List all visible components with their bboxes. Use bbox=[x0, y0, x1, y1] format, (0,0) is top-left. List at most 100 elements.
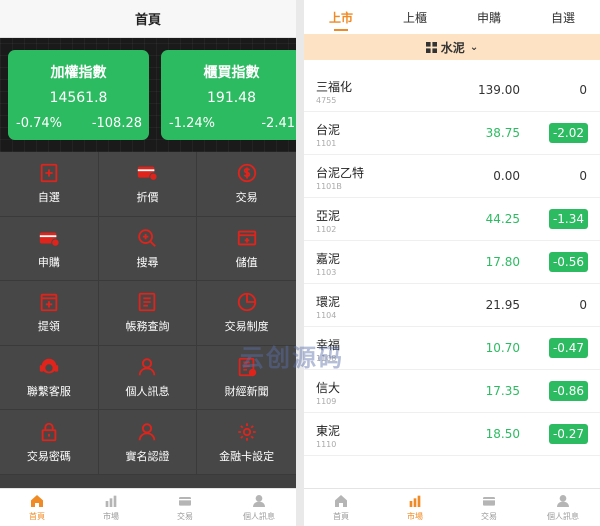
menu-item-deposit[interactable]: 儲值 bbox=[197, 217, 296, 282]
tab-profile[interactable]: 個人訊息 bbox=[222, 489, 296, 526]
menu-label: 提領 bbox=[37, 320, 60, 334]
index-name: 櫃買指數 bbox=[203, 65, 260, 81]
stock-price: 10.70 bbox=[485, 341, 520, 355]
stock-price: 0.00 bbox=[493, 169, 520, 183]
page-title: 首頁 bbox=[134, 13, 161, 28]
stock-row[interactable]: 幸福 1108 10.70 -0.47 bbox=[304, 327, 600, 370]
menu-label: 交易密碼 bbox=[26, 449, 71, 463]
stock-price: 18.50 bbox=[485, 427, 520, 441]
tab-trade[interactable]: 交易 bbox=[452, 489, 526, 526]
headset-icon bbox=[39, 358, 58, 374]
discount-card-icon bbox=[138, 166, 159, 182]
profile-icon bbox=[557, 495, 569, 507]
tab-subscription[interactable]: 申購 bbox=[452, 0, 526, 34]
menu-item-discount[interactable]: 折價 bbox=[98, 152, 198, 217]
dollar-circle-icon bbox=[237, 164, 256, 183]
index-value: 191.48 bbox=[207, 90, 256, 106]
tab-trade[interactable]: 交易 bbox=[148, 489, 222, 526]
stock-code: 4755 bbox=[316, 96, 337, 105]
menu-item-trade[interactable]: 交易 bbox=[197, 152, 296, 217]
market-tabs: 上市 上櫃 申購 自選 bbox=[304, 0, 600, 34]
tab-home[interactable]: 首頁 bbox=[304, 489, 378, 526]
menu-label: 帳務查詢 bbox=[125, 320, 170, 334]
stock-row[interactable]: 信大 1109 17.35 -0.86 bbox=[304, 370, 600, 413]
stock-row[interactable]: 台泥 1101 38.75 -2.02 bbox=[304, 112, 600, 155]
stock-change-badge: -0.56 bbox=[548, 252, 588, 272]
bottom-tabbar: 首頁 市場 交易 個人訊息 bbox=[0, 488, 296, 526]
menu-item-real-name-verify[interactable]: 實名認證 bbox=[98, 410, 198, 475]
index-change: -2.41 bbox=[261, 116, 295, 131]
index-card-taiex[interactable]: 加權指數 14561.8 -0.74% -108.28 bbox=[8, 50, 149, 140]
menu-item-withdraw[interactable]: 提領 bbox=[0, 281, 99, 346]
stock-price: 21.95 bbox=[485, 298, 520, 312]
home-body: 加權指數 14561.8 -0.74% -108.28 櫃買指數 191.48 … bbox=[0, 38, 296, 488]
menu-label: 聯繫客服 bbox=[26, 385, 71, 399]
stock-row[interactable]: 亞泥 1102 44.25 -1.34 bbox=[304, 198, 600, 241]
home-header: 首頁 bbox=[0, 0, 296, 38]
stock-change-badge: -2.02 bbox=[548, 123, 588, 143]
menu-label: 財經新聞 bbox=[224, 385, 269, 399]
stock-row[interactable]: 環泥 1104 21.95 0 bbox=[304, 284, 600, 327]
stock-row[interactable]: 嘉泥 1103 17.80 -0.56 bbox=[304, 241, 600, 284]
menu-label: 個人訊息 bbox=[125, 385, 170, 399]
stock-price: 17.80 bbox=[485, 255, 520, 269]
stock-price: 38.75 bbox=[485, 126, 520, 140]
tab-watchlist[interactable]: 自選 bbox=[526, 0, 600, 34]
menu-label: 實名認證 bbox=[125, 449, 170, 463]
search-plus-icon bbox=[138, 229, 157, 247]
menu-item-search[interactable]: 搜尋 bbox=[98, 216, 198, 282]
stock-row[interactable]: 東泥 1110 18.50 -0.27 bbox=[304, 413, 600, 456]
index-percent: -1.24% bbox=[169, 116, 215, 131]
index-card-otc[interactable]: 櫃買指數 191.48 -1.24% -2.41 bbox=[161, 50, 296, 140]
index-value: 14561.8 bbox=[49, 90, 108, 106]
menu-label: 儲值 bbox=[235, 255, 258, 269]
stock-change-badge: -0.47 bbox=[548, 338, 588, 358]
tab-profile[interactable]: 個人訊息 bbox=[526, 489, 600, 526]
chevron-down-icon: ⌄ bbox=[469, 41, 479, 53]
tab-label: 市場 bbox=[407, 512, 423, 521]
menu-item-trade-password[interactable]: 交易密碼 bbox=[0, 410, 99, 475]
stock-name: 東泥 bbox=[316, 424, 341, 438]
menu-item-watchlist[interactable]: 自選 bbox=[0, 152, 99, 217]
stock-price: 44.25 bbox=[485, 212, 520, 226]
sector-label: 水泥 bbox=[440, 40, 465, 55]
index-change: -108.28 bbox=[91, 116, 142, 131]
stock-change: 0 bbox=[579, 169, 587, 183]
menu-item-personal-info[interactable]: 個人訊息 bbox=[98, 345, 198, 411]
ledger-icon bbox=[139, 293, 156, 312]
lock-icon bbox=[41, 422, 57, 441]
stock-change: 0 bbox=[579, 298, 587, 312]
tab-market[interactable]: 市場 bbox=[74, 489, 148, 526]
menu-item-bank-card-settings[interactable]: 金融卡設定 bbox=[197, 410, 296, 475]
stock-row[interactable]: 三福化 4755 139.00 0 bbox=[304, 69, 600, 112]
menu-item-subscribe[interactable]: 申購 bbox=[0, 216, 99, 282]
tab-listed[interactable]: 上市 bbox=[304, 0, 378, 34]
menu-label: 申購 bbox=[37, 255, 60, 269]
trade-icon bbox=[483, 497, 495, 506]
bottom-tabbar: 首頁 市場 交易 個人訊息 bbox=[304, 488, 600, 526]
stock-name: 信大 bbox=[316, 381, 341, 395]
tab-label: 個人訊息 bbox=[243, 512, 275, 521]
home-icon bbox=[335, 495, 347, 507]
stock-code: 1102 bbox=[316, 225, 337, 234]
tab-otc[interactable]: 上櫃 bbox=[378, 0, 452, 34]
menu-label: 自選 bbox=[37, 191, 60, 205]
tab-home[interactable]: 首頁 bbox=[0, 489, 74, 526]
deposit-card-icon bbox=[237, 230, 256, 246]
market-chart-icon bbox=[105, 495, 117, 507]
tab-market[interactable]: 市場 bbox=[378, 489, 452, 526]
stock-code: 1104 bbox=[316, 311, 337, 320]
sector-filter[interactable]: 水泥 ⌄ bbox=[304, 34, 600, 60]
pie-clock-icon bbox=[237, 293, 256, 312]
menu-item-trading-rules[interactable]: 交易制度 bbox=[197, 281, 296, 346]
stock-code: 1101B bbox=[316, 182, 342, 191]
stock-code: 1109 bbox=[316, 397, 337, 406]
menu-item-customer-service[interactable]: 聯繫客服 bbox=[0, 345, 99, 411]
menu-label: 交易制度 bbox=[224, 320, 269, 334]
index-percent: -0.74% bbox=[16, 116, 62, 131]
menu-item-ledger[interactable]: 帳務查詢 bbox=[98, 281, 198, 346]
menu-label: 交易 bbox=[235, 191, 258, 205]
menu-label: 折價 bbox=[136, 191, 159, 205]
stock-change: 0 bbox=[579, 83, 587, 97]
stock-row[interactable]: 台泥乙特 1101B 0.00 0 bbox=[304, 155, 600, 198]
